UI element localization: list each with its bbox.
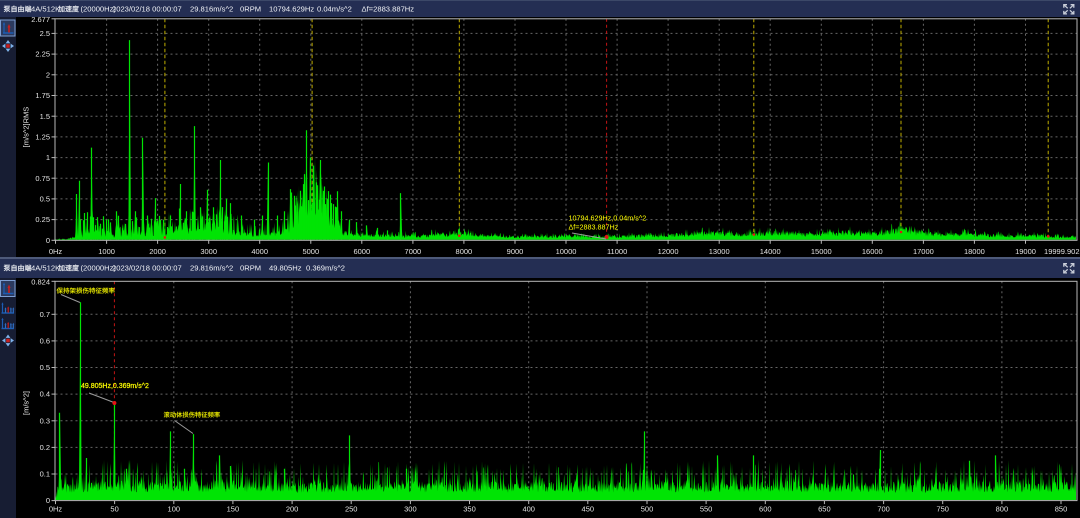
svg-text:2023/02/18 00:00:07: 2023/02/18 00:00:07	[112, 5, 182, 14]
svg-text:10000: 10000	[556, 247, 577, 256]
svg-text:1: 1	[46, 153, 50, 162]
svg-text:49.805Hz,0.369m/s^2: 49.805Hz,0.369m/s^2	[81, 383, 149, 390]
svg-text:Δf=2883.887Hz: Δf=2883.887Hz	[569, 223, 619, 232]
svg-text:6000: 6000	[353, 247, 370, 256]
svg-text:750: 750	[936, 505, 949, 514]
svg-text:0.5: 0.5	[40, 363, 50, 372]
svg-text:5000: 5000	[302, 247, 319, 256]
svg-text:0Hz: 0Hz	[49, 247, 63, 256]
svg-text:2.5: 2.5	[40, 29, 50, 38]
svg-text:0.75: 0.75	[35, 174, 50, 183]
svg-text:3000: 3000	[200, 247, 217, 256]
svg-text:13000: 13000	[709, 247, 730, 256]
svg-text:0Hz: 0Hz	[49, 505, 63, 514]
svg-text:19000: 19000	[1015, 247, 1036, 256]
svg-text:1000: 1000	[98, 247, 115, 256]
svg-text:4A/512K: 4A/512K	[31, 264, 60, 273]
svg-text:29.816m/s^2: 29.816m/s^2	[190, 264, 233, 273]
svg-text:350: 350	[463, 505, 476, 514]
svg-text:850: 850	[1055, 505, 1068, 514]
svg-text:2.25: 2.25	[35, 50, 50, 59]
svg-text:0.04m/s^2: 0.04m/s^2	[317, 5, 352, 14]
svg-text:[m/s^2]RMS: [m/s^2]RMS	[22, 107, 31, 148]
svg-text:0.5: 0.5	[40, 195, 50, 204]
svg-text:0.6: 0.6	[40, 337, 50, 346]
svg-text:4A/512K: 4A/512K	[31, 5, 60, 14]
svg-text:[m/s^2]: [m/s^2]	[22, 391, 31, 415]
svg-text:9000: 9000	[507, 247, 524, 256]
svg-text:12000: 12000	[658, 247, 679, 256]
svg-text:10794.629Hz,0.04m/s^2: 10794.629Hz,0.04m/s^2	[569, 214, 647, 223]
svg-text:18000: 18000	[964, 247, 985, 256]
svg-text:0: 0	[46, 236, 50, 245]
svg-text:650: 650	[818, 505, 831, 514]
svg-text:250: 250	[345, 505, 358, 514]
svg-text:14000: 14000	[760, 247, 781, 256]
svg-text:1.5: 1.5	[40, 112, 50, 121]
svg-text:2.677: 2.677	[31, 17, 50, 24]
svg-text:2000: 2000	[149, 247, 166, 256]
svg-text:2023/02/18 00:00:07: 2023/02/18 00:00:07	[112, 264, 182, 273]
svg-text:0.7: 0.7	[40, 310, 50, 319]
svg-text:15000: 15000	[811, 247, 832, 256]
svg-text:8000: 8000	[456, 247, 473, 256]
svg-text:400: 400	[522, 505, 535, 514]
svg-text:0.1: 0.1	[40, 470, 50, 479]
svg-text:4000: 4000	[251, 247, 268, 256]
svg-text:0RPM: 0RPM	[240, 5, 261, 14]
svg-text:550: 550	[700, 505, 713, 514]
svg-text:2: 2	[46, 70, 50, 79]
svg-text:0.824: 0.824	[31, 278, 50, 287]
svg-text:17000: 17000	[913, 247, 934, 256]
svg-text:11000: 11000	[607, 247, 627, 256]
svg-text:0.2: 0.2	[40, 443, 50, 452]
svg-text:Δf=2883.887Hz: Δf=2883.887Hz	[362, 5, 415, 14]
svg-text:7000: 7000	[405, 247, 422, 256]
svg-text:700: 700	[877, 505, 890, 514]
svg-text:16000: 16000	[862, 247, 883, 256]
svg-text:450: 450	[582, 505, 595, 514]
svg-text:150: 150	[227, 505, 240, 514]
svg-text:29.816m/s^2: 29.816m/s^2	[190, 5, 233, 14]
svg-text:500: 500	[641, 505, 654, 514]
svg-text:0.369m/s^2: 0.369m/s^2	[306, 264, 345, 273]
svg-text:49.805Hz: 49.805Hz	[269, 264, 302, 273]
svg-text:50: 50	[110, 505, 118, 514]
svg-text:0RPM: 0RPM	[240, 264, 261, 273]
svg-text:800: 800	[996, 505, 1009, 514]
svg-text:0.25: 0.25	[35, 215, 50, 224]
svg-text:0.4: 0.4	[40, 390, 50, 399]
svg-text:200: 200	[286, 505, 299, 514]
svg-text:600: 600	[759, 505, 772, 514]
svg-text:10794.629Hz: 10794.629Hz	[269, 5, 314, 14]
svg-text:100: 100	[168, 505, 181, 514]
svg-text:300: 300	[404, 505, 417, 514]
svg-text:1.75: 1.75	[35, 91, 50, 100]
svg-text:1.25: 1.25	[35, 133, 50, 142]
svg-text:19999.902: 19999.902	[1044, 247, 1079, 256]
svg-text:0.3: 0.3	[40, 416, 50, 425]
